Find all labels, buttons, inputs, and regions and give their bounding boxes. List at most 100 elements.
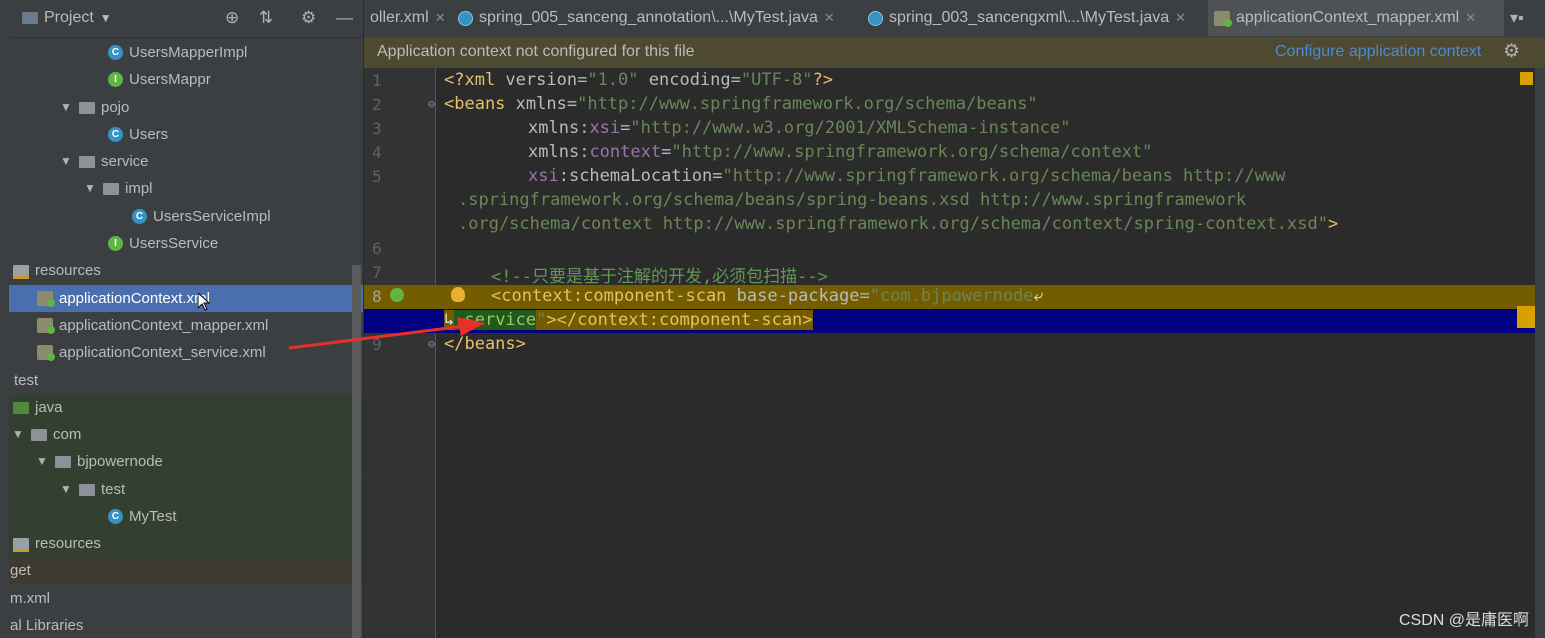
package-icon	[79, 155, 95, 168]
tree-item[interactable]: C UsersMapperImpl	[9, 39, 363, 66]
tree-item[interactable]: resources	[9, 257, 363, 284]
close-icon[interactable]: ✕	[1175, 10, 1186, 26]
fold-icon[interactable]: ⊖	[428, 97, 435, 111]
notification-text: Application context not configured for t…	[377, 43, 695, 60]
code-line-4: xmlns:context="http://www.springframewor…	[528, 142, 1153, 162]
tree-item[interactable]: test	[9, 367, 363, 394]
source-folder-icon	[13, 401, 29, 414]
tree-item[interactable]: get	[9, 557, 363, 584]
tree-item-label: applicationContext.xml	[59, 290, 210, 307]
spring-xml-icon	[37, 345, 55, 361]
tree-item[interactable]: java	[9, 394, 363, 421]
tree-item-label: test	[101, 481, 126, 498]
tree-item[interactable]: C Users	[9, 121, 363, 148]
line-number: 3	[372, 119, 382, 138]
tree-item[interactable]: C MyTest	[9, 503, 363, 530]
tab-label: spring_005_sanceng_annotation\...\MyTest…	[479, 9, 818, 26]
tab-mytest-xml[interactable]: spring_003_sancengxml\...\MyTest.java ✕	[862, 0, 1206, 36]
gear-icon[interactable]: ⚙	[1503, 40, 1520, 63]
tab-overflow-button[interactable]: ▾▪	[1504, 0, 1545, 36]
code-line-5: xsi:schemaLocation="http://www.springfra…	[528, 166, 1286, 186]
tree-item[interactable]: ▼ impl	[9, 175, 363, 202]
editor-tab-bar: oller.xml ✕ spring_005_sanceng_annotation…	[364, 0, 1545, 38]
resources-folder-icon	[13, 537, 29, 552]
spring-bean-icon[interactable]	[390, 288, 404, 302]
package-icon	[55, 455, 71, 468]
collapse-all-icon[interactable]: ⇅	[259, 8, 273, 28]
tree-item-label: impl	[125, 180, 153, 197]
gear-icon[interactable]: ⚙	[301, 8, 316, 28]
tree-item-label: test	[14, 372, 39, 389]
tree-item-selected[interactable]: applicationContext.xml	[9, 285, 363, 312]
tree-item-label: UsersMapperImpl	[129, 44, 248, 61]
configure-context-link[interactable]: Configure application context	[1275, 43, 1481, 61]
tree-item[interactable]: ▼ pojo	[9, 94, 363, 121]
line-number: 6	[372, 239, 382, 258]
project-icon	[22, 12, 38, 24]
notification-bar: Application context not configured for t…	[364, 37, 1545, 68]
expand-arrow-icon[interactable]: ▼	[59, 148, 73, 175]
tree-item[interactable]: I UsersService	[9, 230, 363, 257]
project-header: Project ▼ ⊕ ⇅ ⚙ —	[9, 0, 363, 38]
interface-icon: I	[108, 72, 123, 87]
class-icon: C	[108, 509, 123, 524]
line-number: 2	[372, 95, 382, 114]
tree-item[interactable]: al Libraries	[9, 612, 363, 638]
tree-item[interactable]: ▼ bjpowernode	[9, 448, 363, 475]
tree-item-label: applicationContext_service.xml	[59, 344, 266, 361]
close-icon[interactable]: ✕	[824, 10, 835, 26]
hide-icon[interactable]: —	[336, 8, 353, 28]
tree-item[interactable]: I UsersMappr	[9, 66, 363, 93]
expand-arrow-icon[interactable]: ▼	[59, 476, 73, 503]
red-arrow-annotation	[288, 317, 485, 350]
right-tool-strip	[1535, 68, 1545, 638]
code-line-5-wrap-1: .springframework.org/schema/beans/spring…	[458, 190, 1247, 210]
error-stripe-marker[interactable]	[1517, 306, 1535, 328]
soft-wrap-icon: ⤶	[1033, 286, 1044, 306]
expand-arrow-icon[interactable]: ▼	[59, 94, 73, 121]
line-number: 5	[372, 167, 382, 186]
tree-item[interactable]: ▼ service	[9, 148, 363, 175]
tree-item[interactable]: m.xml	[9, 585, 363, 612]
code-line-7: <!--只要是基于注解的开发,必须包扫描-->	[491, 267, 828, 287]
package-icon	[79, 101, 95, 114]
code-line-1: <?xml version="1.0" encoding="UTF-8"?>	[444, 70, 834, 90]
interface-icon: I	[108, 236, 123, 251]
tab-applicationcontext-mapper[interactable]: applicationContext_mapper.xml ✕	[1208, 0, 1504, 36]
java-class-icon	[458, 10, 473, 26]
error-stripe-marker[interactable]	[1520, 72, 1533, 85]
tree-item-label: applicationContext_mapper.xml	[59, 317, 269, 334]
xml-icon	[1214, 10, 1232, 27]
tree-item[interactable]: resources	[9, 530, 363, 557]
mouse-cursor-icon	[198, 293, 210, 311]
tree-item-label: UsersService	[129, 235, 219, 252]
code-editor[interactable]: 1 2 3 4 5 6 7 8 9 ⊖ ⊖ <?xml version="1.0…	[364, 68, 1535, 638]
expand-arrow-icon[interactable]: ▼	[11, 421, 25, 448]
expand-arrow-icon[interactable]: ▼	[35, 448, 49, 475]
tree-item[interactable]: ▼ com	[9, 421, 363, 448]
tree-item[interactable]: C UsersServiceImpl	[9, 203, 363, 230]
package-icon	[103, 182, 119, 195]
locate-icon[interactable]: ⊕	[225, 8, 239, 28]
line-number: 4	[372, 143, 382, 162]
code-line-5-wrap-2: .org/schema/context http://www.springfra…	[458, 214, 1339, 234]
watermark: CSDN @是庸医啊	[1398, 612, 1529, 629]
code-line-8-wrap: ↳.service"></context:component-scan>	[444, 310, 813, 330]
close-icon[interactable]: ✕	[435, 10, 446, 26]
line-number: 8	[372, 287, 382, 306]
tree-item-label: java	[35, 399, 63, 416]
project-view-selector[interactable]: Project ▼	[22, 9, 112, 27]
chevron-down-icon: ▼	[99, 11, 112, 25]
expand-arrow-icon[interactable]: ▼	[83, 175, 97, 202]
tree-item[interactable]: ▼ test	[9, 476, 363, 503]
tab-label: spring_003_sancengxml\...\MyTest.java	[889, 9, 1170, 26]
tree-item-label: resources	[35, 262, 101, 279]
close-icon[interactable]: ✕	[1465, 10, 1476, 26]
tab-controller-xml[interactable]: oller.xml ✕	[364, 0, 450, 36]
tree-item-label: Users	[129, 126, 169, 143]
class-icon: C	[108, 45, 123, 60]
tab-mytest-annotation[interactable]: spring_005_sanceng_annotation\...\MyTest…	[452, 0, 860, 36]
code-line-3: xmlns:xsi="http://www.w3.org/2001/XMLSch…	[528, 118, 1071, 138]
tab-label: oller.xml	[370, 9, 429, 26]
bulb-icon[interactable]	[451, 287, 465, 302]
